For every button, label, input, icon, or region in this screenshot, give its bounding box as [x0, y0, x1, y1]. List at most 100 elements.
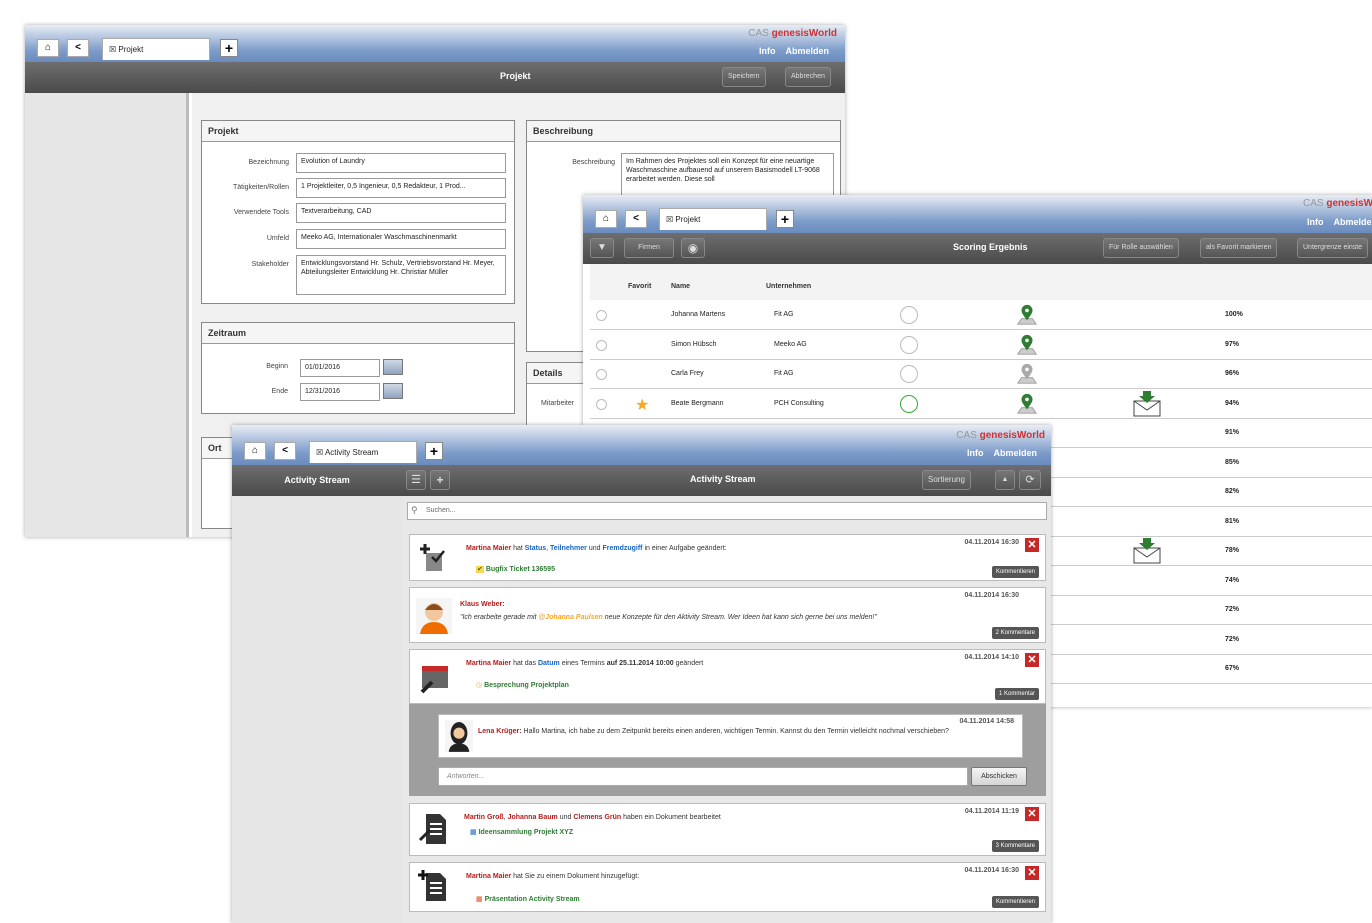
top-links: Info Abmelden: [957, 448, 1037, 458]
timestamp: 04.11.2014 16:30: [964, 539, 1020, 546]
tab-close-icon[interactable]: ☒: [666, 215, 673, 224]
firms-button[interactable]: Firmen: [624, 238, 674, 258]
info-link[interactable]: Info: [967, 448, 984, 458]
logout-link[interactable]: Abmelden: [1334, 217, 1372, 227]
score-row[interactable]: ★ Beate Bergmann PCH Consulting 94%: [590, 389, 1372, 419]
end-date-field[interactable]: 12/31/2016: [300, 383, 380, 401]
bezeichnung-field[interactable]: Evolution of Laundry: [296, 153, 506, 173]
tab-projekt[interactable]: ☒ Projekt: [102, 38, 210, 60]
back-button[interactable]: <: [625, 210, 647, 228]
tab-activity-stream[interactable]: ☒ Activity Stream: [309, 441, 417, 463]
linked-appointment[interactable]: ◷ Besprechung Projektplan: [476, 681, 569, 689]
select-radio[interactable]: [596, 398, 607, 410]
linked-document[interactable]: ▦ Ideensammlung Projekt XYZ: [470, 828, 573, 836]
document-icon: [418, 814, 446, 844]
mention-link[interactable]: @Johanna Paulsen: [538, 614, 602, 621]
send-button[interactable]: Abschicken: [971, 767, 1027, 786]
save-button[interactable]: Speichern: [722, 67, 766, 87]
activity-author[interactable]: Klaus Weber:: [460, 601, 505, 608]
tab-close-icon[interactable]: ☒: [109, 45, 116, 54]
taetigkeiten-field[interactable]: 1 Projektleiter, 0,5 Ingenieur, 0,5 Reda…: [296, 178, 506, 198]
begin-date-field[interactable]: 01/01/2016: [300, 359, 380, 377]
top-links: Info Abmelden: [749, 46, 829, 56]
info-link[interactable]: Info: [1307, 217, 1324, 227]
score-row[interactable]: Simon Hübsch Meeko AG 97%: [590, 330, 1372, 360]
filter-button[interactable]: ▼: [590, 238, 614, 258]
add-button[interactable]: +: [430, 470, 450, 490]
new-tab-button[interactable]: +: [220, 39, 238, 57]
delete-button[interactable]: ✕: [1025, 807, 1039, 821]
score-value: 67%: [1225, 665, 1240, 672]
home-button[interactable]: ⌂: [595, 210, 617, 228]
delete-button[interactable]: ✕: [1025, 653, 1039, 667]
beschreibung-textarea[interactable]: Im Rahmen des Projektes soll ein Konzept…: [621, 153, 834, 197]
post-text: "Ich erarbeite gerade mit @Johanna Pauls…: [460, 614, 877, 621]
user-avatar: [416, 598, 452, 634]
clock-icon: [900, 306, 918, 324]
select-radio[interactable]: [596, 310, 607, 321]
home-button[interactable]: ⌂: [244, 442, 266, 460]
map-pin-icon: [1016, 393, 1038, 414]
mark-favorite-button[interactable]: als Favorit markieren: [1200, 238, 1278, 258]
new-tab-button[interactable]: +: [776, 210, 794, 228]
timestamp: 04.11.2014 14:58: [959, 718, 1015, 725]
select-radio[interactable]: [596, 369, 607, 380]
delete-button[interactable]: ✕: [1025, 866, 1039, 880]
score-row[interactable]: Carla Frey Fit AG 96%: [590, 360, 1372, 389]
new-tab-button[interactable]: +: [425, 442, 443, 460]
activity-card: Martina Maier hat Sie zu einem Dokument …: [409, 862, 1046, 912]
sort-button[interactable]: Sortierung: [922, 470, 971, 490]
set-limit-button[interactable]: Untergrenze einste: [1297, 238, 1369, 258]
field-label: Umfeld: [266, 235, 289, 242]
back-button[interactable]: <: [67, 39, 89, 57]
document-add-icon: [418, 870, 446, 901]
col-favorit: Favorit: [628, 283, 652, 290]
linked-task[interactable]: ✔ Bugfix Ticket 136595: [476, 565, 555, 573]
globe-button[interactable]: ◉: [681, 238, 705, 258]
upload-button[interactable]: ▲: [995, 470, 1015, 490]
menu-button[interactable]: ☰: [406, 470, 426, 490]
home-button[interactable]: ⌂: [37, 39, 59, 57]
tab-close-icon[interactable]: ☒: [316, 448, 323, 457]
score-value: 100%: [1225, 311, 1243, 318]
mail-download-icon[interactable]: [1133, 538, 1161, 564]
info-link[interactable]: Info: [759, 46, 776, 56]
calendar-icon[interactable]: [383, 383, 403, 399]
clock-icon: [900, 335, 918, 354]
star-icon[interactable]: ★: [635, 395, 649, 415]
back-button[interactable]: <: [274, 442, 296, 460]
comment-button[interactable]: 3 Kommentare: [991, 840, 1039, 852]
select-for-role-button[interactable]: Für Rolle auswählen: [1103, 238, 1179, 258]
reply-input[interactable]: Antworten...: [438, 767, 968, 786]
comment-button[interactable]: Kommentieren: [991, 896, 1039, 908]
logout-link[interactable]: Abmelden: [785, 46, 829, 56]
search-bar[interactable]: ⚲ Suchen...: [407, 502, 1047, 520]
logout-link[interactable]: Abmelden: [993, 448, 1037, 458]
comment-button[interactable]: Kommentieren: [991, 566, 1039, 578]
refresh-button[interactable]: ⟳: [1019, 470, 1041, 490]
linked-document[interactable]: ▦ Präsentation Activity Stream: [476, 895, 580, 903]
score-row[interactable]: Johanna Martens Fit AG 100%: [590, 301, 1372, 330]
stakeholder-field[interactable]: Entwicklungsvorstand Hr. Schulz, Vertrie…: [296, 255, 506, 295]
cancel-button[interactable]: Abbrechen: [785, 67, 831, 87]
contact-name[interactable]: Beate Bergmann: [671, 400, 724, 407]
contact-name[interactable]: Johanna Martens: [671, 311, 725, 318]
activity-card: Martin Groß, Johanna Baum und Clemens Gr…: [409, 803, 1046, 856]
contact-name[interactable]: Carla Frey: [671, 370, 704, 377]
comment-button[interactable]: 1 Kommentar: [994, 688, 1039, 700]
activity-text: Martina Maier hat Sie zu einem Dokument …: [466, 873, 640, 880]
contact-name[interactable]: Simon Hübsch: [671, 341, 717, 348]
select-radio[interactable]: [596, 339, 607, 351]
col-company: Unternehmen: [766, 283, 812, 290]
mail-download-icon[interactable]: [1133, 390, 1161, 417]
tab-projekt[interactable]: ☒ Projekt: [659, 208, 767, 230]
tools-field[interactable]: Textverarbeitung, CAD: [296, 203, 506, 223]
calendar-icon[interactable]: [383, 359, 403, 375]
search-input[interactable]: Suchen...: [426, 507, 456, 514]
delete-button[interactable]: ✕: [1025, 538, 1039, 552]
tab-label: Projekt: [675, 215, 701, 224]
brand-logo: CAS genesisWorld: [1303, 198, 1372, 209]
umfeld-field[interactable]: Meeko AG, Internationaler Waschmaschinen…: [296, 229, 506, 249]
comment-button[interactable]: 2 Kommentare: [991, 627, 1039, 639]
clock-icon: [900, 394, 918, 413]
